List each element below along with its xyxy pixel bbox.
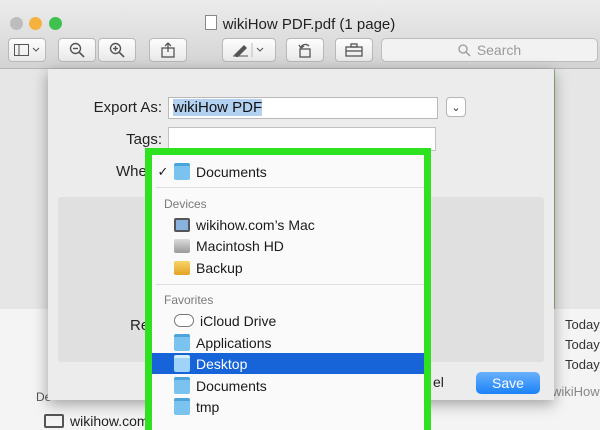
search-icon — [458, 43, 471, 56]
zoom-in-icon — [109, 42, 125, 58]
highlight-annotation-frame — [145, 148, 431, 430]
computer-icon — [44, 414, 64, 428]
save-button[interactable]: Save — [476, 372, 540, 394]
rotate-icon — [298, 43, 311, 58]
zoom-out-button[interactable] — [58, 38, 96, 62]
date-modified-label: Today — [565, 337, 600, 352]
pdf-document-icon — [204, 15, 217, 30]
background-mac-item[interactable]: wikihow.com — [44, 413, 149, 429]
pen-icon — [233, 43, 264, 57]
export-as-field[interactable]: wikiHow PDF — [168, 97, 438, 119]
zoom-in-button[interactable] — [98, 38, 136, 62]
toolbox-icon — [345, 43, 363, 57]
window-margin-right — [555, 69, 600, 309]
window-titlebar: wikiHow PDF.pdf (1 page) Search — [0, 0, 600, 69]
window-title: wikiHow PDF.pdf (1 page) — [222, 16, 396, 33]
window-title-area: wikiHow PDF.pdf (1 page) — [0, 15, 600, 33]
export-as-value: wikiHow PDF — [173, 99, 263, 116]
share-icon — [161, 42, 175, 58]
zoom-out-icon — [69, 42, 85, 58]
background-mac-label: wikihow.com — [70, 413, 149, 429]
share-button[interactable] — [149, 38, 187, 62]
expand-dialog-button[interactable]: ⌄ — [446, 97, 466, 117]
cancel-button[interactable]: el — [433, 374, 444, 390]
chevron-down-icon: ⌄ — [451, 101, 461, 114]
sidebar-toggle-button[interactable] — [8, 38, 46, 62]
search-placeholder: Search — [476, 42, 522, 58]
date-modified-label: Today — [565, 317, 600, 332]
tags-label: Tags: — [126, 131, 162, 148]
toolbox-button[interactable] — [335, 38, 373, 62]
sidebar-icon — [14, 44, 40, 56]
export-as-label: Export As: — [93, 99, 162, 116]
window-margin-left — [0, 69, 48, 309]
markup-button[interactable] — [222, 38, 276, 62]
search-field[interactable]: Search — [381, 38, 598, 62]
rotate-button[interactable] — [286, 38, 324, 62]
watermark: wikiHow — [552, 384, 600, 399]
where-label: Whe — [116, 163, 147, 180]
date-modified-label: Today — [565, 357, 600, 372]
